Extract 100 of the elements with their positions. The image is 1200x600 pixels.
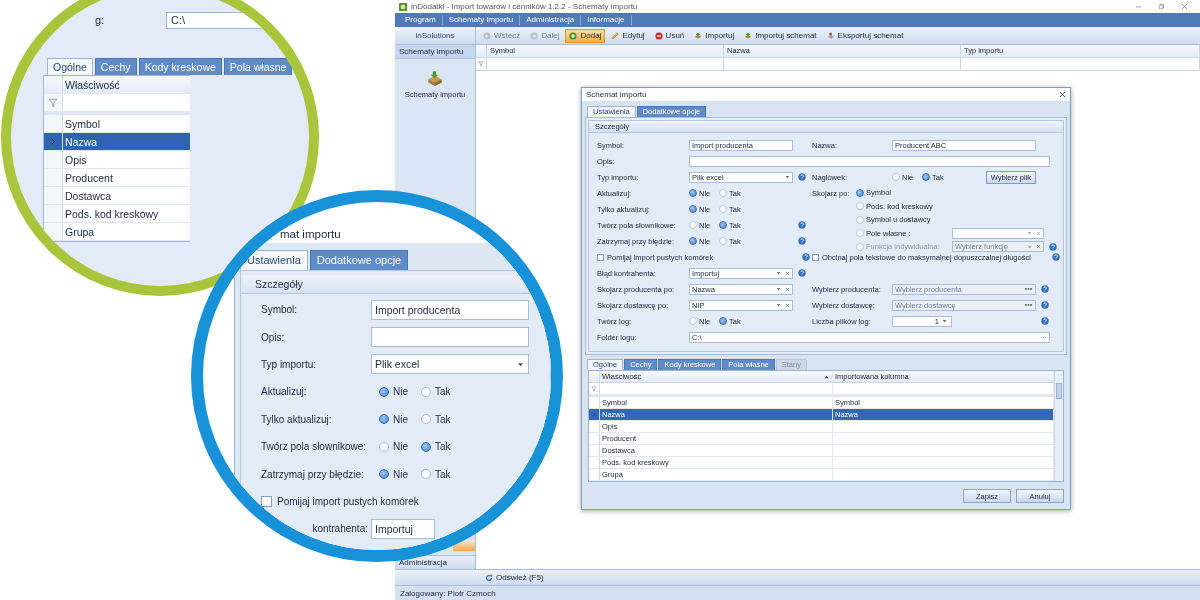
radio-option[interactable]: Tak xyxy=(421,386,463,398)
checkbox[interactable] xyxy=(597,253,604,261)
radio-button[interactable] xyxy=(689,205,697,213)
radio-button[interactable] xyxy=(856,202,864,211)
ellipsis-icon[interactable] xyxy=(1040,335,1047,339)
table-cell-text: Grupa xyxy=(64,224,96,240)
combo-box[interactable] xyxy=(952,227,1044,239)
grid-row[interactable]: Pods. kod kreskowy xyxy=(44,205,190,223)
radio-option[interactable]: Tak xyxy=(421,413,463,425)
filter-icon[interactable] xyxy=(478,61,484,67)
table-cell-text: Dostawca xyxy=(64,188,113,204)
radio-button[interactable] xyxy=(719,189,727,197)
chevron-icon xyxy=(592,412,596,417)
grid-row[interactable]: Producent xyxy=(44,169,190,187)
dropdown[interactable]: Plik excel xyxy=(371,354,529,375)
clear-icon[interactable] xyxy=(785,270,790,276)
status-text: Zalogowany: Piotr Czmoch xyxy=(400,588,496,598)
toolbar-button[interactable]: Dodaj xyxy=(565,28,606,43)
menu-item[interactable]: Program xyxy=(399,15,443,25)
radio-button[interactable] xyxy=(421,441,431,452)
radio-button[interactable] xyxy=(421,414,431,425)
chevron-icon xyxy=(50,137,56,146)
help-icon[interactable] xyxy=(798,173,806,181)
checkbox-option[interactable]: Pomijaj import pustych komórek xyxy=(261,495,419,507)
sidebar-header[interactable]: Schematy importu xyxy=(395,45,475,59)
box-arrow-icon xyxy=(426,69,444,87)
radio-option[interactable]: Nie xyxy=(379,441,421,453)
toolbar-button[interactable]: Edytuj xyxy=(607,28,649,43)
text-field[interactable] xyxy=(371,327,529,348)
grid-row[interactable]: Opis xyxy=(44,151,190,169)
radio-button[interactable] xyxy=(719,221,727,229)
field-label: Aktualizuj: xyxy=(261,386,308,398)
toolbar-button[interactable]: Eksportuj schemat xyxy=(822,28,908,43)
delete-icon xyxy=(654,31,663,40)
toolbar-button[interactable]: Importuj xyxy=(690,28,739,43)
radio-button[interactable] xyxy=(379,386,389,397)
radio-button[interactable] xyxy=(689,317,697,325)
checkbox[interactable] xyxy=(812,253,819,261)
clear-icon[interactable] xyxy=(1036,230,1041,236)
radio-button[interactable] xyxy=(856,188,864,197)
help-icon[interactable] xyxy=(798,269,806,277)
nav-item[interactable] xyxy=(453,541,475,551)
filter-icon[interactable] xyxy=(48,97,58,108)
radio-button[interactable] xyxy=(379,469,389,480)
radio-button[interactable] xyxy=(719,237,727,245)
radio-button[interactable] xyxy=(689,189,697,197)
grid-row[interactable]: Dostawca xyxy=(44,187,190,205)
text-field[interactable] xyxy=(689,155,1050,167)
menu-item[interactable]: Schematy importu xyxy=(442,15,521,25)
radio-option[interactable]: Nie xyxy=(379,413,421,425)
toolbar-button[interactable]: Importuj schemat xyxy=(740,28,821,43)
dialog-title: Schemat importu xyxy=(586,90,647,99)
checkbox[interactable] xyxy=(261,495,272,507)
caret-icon[interactable] xyxy=(942,319,947,323)
import-icon xyxy=(694,31,703,40)
clear-icon[interactable] xyxy=(785,302,790,308)
import-icon xyxy=(744,31,753,40)
field-label: Symbol: xyxy=(261,304,299,316)
toolbar-button[interactable]: Usuń xyxy=(650,28,689,43)
radio-button[interactable] xyxy=(922,173,930,181)
radio-button[interactable] xyxy=(421,469,431,480)
text-field[interactable]: Import producenta xyxy=(371,299,529,320)
radio-option[interactable]: Tak xyxy=(421,441,463,453)
close-icon[interactable] xyxy=(1059,91,1066,98)
table-cell-text: Nazwa xyxy=(64,134,99,150)
radio-button[interactable] xyxy=(379,441,389,452)
filter-icon[interactable] xyxy=(591,385,597,392)
tab[interactable]: Ogólne xyxy=(47,58,93,75)
help-icon[interactable] xyxy=(1041,317,1049,325)
help-icon[interactable] xyxy=(798,237,806,245)
radio-button[interactable] xyxy=(719,317,727,325)
clear-icon[interactable] xyxy=(785,286,790,292)
radio-button[interactable] xyxy=(689,221,697,229)
radio-button[interactable] xyxy=(689,237,697,245)
add-icon xyxy=(569,31,578,40)
help-icon[interactable] xyxy=(798,221,806,229)
help-icon[interactable] xyxy=(1052,253,1060,261)
radio-option[interactable]: Nie xyxy=(379,468,421,480)
radio-button[interactable] xyxy=(421,386,431,397)
grid-row[interactable]: Nazwa xyxy=(44,133,190,151)
radio-option[interactable]: Tak xyxy=(421,468,463,480)
refresh-button[interactable]: Odśwież (F5) xyxy=(479,572,550,583)
menu-item[interactable]: Administracja xyxy=(520,15,582,25)
nav-item[interactable]: Administracja xyxy=(395,555,475,569)
menu-item[interactable]: Informacje xyxy=(581,15,632,25)
restore-icon[interactable] xyxy=(1158,3,1165,10)
help-icon[interactable] xyxy=(802,253,810,261)
radio-button[interactable] xyxy=(719,205,727,213)
grid-row[interactable]: Grupa xyxy=(44,223,190,241)
radio-option[interactable]: Nie xyxy=(379,386,421,398)
caret-icon xyxy=(776,271,781,275)
radio-button[interactable] xyxy=(856,229,864,238)
radio-button[interactable] xyxy=(856,215,864,224)
scrollbar[interactable] xyxy=(1054,371,1063,481)
minimize-icon[interactable] xyxy=(1135,3,1142,10)
combo-box[interactable]: Importuj xyxy=(371,518,435,539)
tab[interactable]: Ustawienia xyxy=(240,250,308,270)
radio-button[interactable] xyxy=(892,173,900,181)
radio-button[interactable] xyxy=(379,414,389,425)
field-label: Zatrzymaj przy błędzie: xyxy=(261,468,365,480)
